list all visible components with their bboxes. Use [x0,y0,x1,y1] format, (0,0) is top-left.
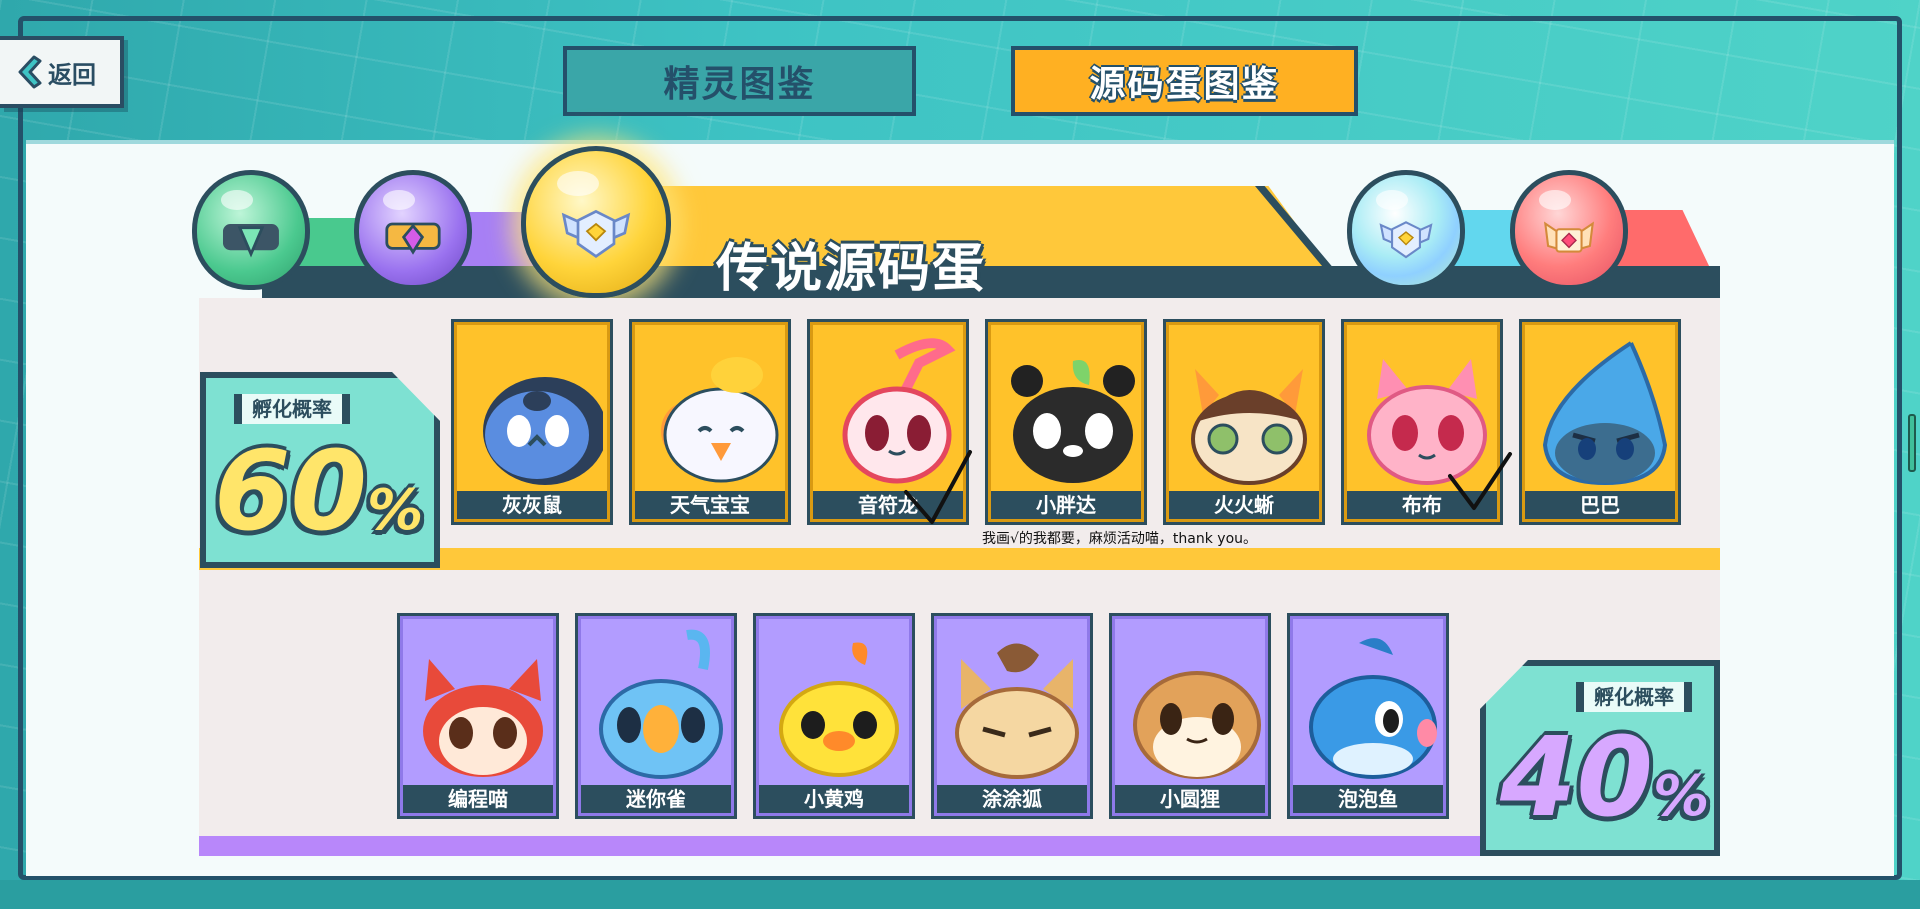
pet-name: 小黄鸡 [759,785,909,813]
purple-rate-value: 40% [1500,713,1710,841]
bubble-fish-icon [1309,638,1437,779]
egg-shine [556,170,599,197]
pet-name: 编程喵 [403,785,553,813]
triangle-emblem-icon [222,223,280,258]
panda-icon [1011,360,1135,483]
egg-gold-button[interactable] [521,146,671,298]
pet-name: 火火蜥 [1169,491,1319,519]
pet-card-tianqibaobao[interactable]: 天气宝宝 [629,319,791,525]
mini-bird-icon [599,629,723,779]
pet-card-mininique[interactable]: 迷你雀 [575,613,737,819]
winged-shield-icon [1379,220,1433,259]
egg-shine [1375,190,1409,211]
pet-card-paopaoyu[interactable]: 泡泡鱼 [1287,613,1449,819]
gold-rate-value: 60% [214,427,424,555]
pet-card-tutuhu[interactable]: 涂涂狐 [931,613,1093,819]
purple-rate-label: 孵化概率 [1576,682,1692,712]
weather-baby-icon [661,357,779,483]
annotation-note: 我画√的我都要，麻烦活动喵，thank you。 [982,531,1258,547]
pet-card-huohuoxi[interactable]: 火火蜥 [1163,319,1325,525]
pet-name: 小胖达 [991,491,1141,519]
chevron-left-icon [18,55,42,89]
code-cat-icon [423,659,543,777]
pet-name: 泡泡鱼 [1293,785,1443,813]
yellow-chick-icon [779,642,899,777]
egg-purple-button[interactable] [354,170,472,290]
pet-name: 涂涂狐 [937,785,1087,813]
gray-mouse-icon [483,377,603,485]
gold-rate-label: 孵化概率 [234,394,350,424]
egg-rainbow-button[interactable] [1347,170,1465,290]
checkmark-icon [904,450,972,524]
section-title: 传说源码蛋 [716,239,987,299]
pet-card-xiaopangda[interactable]: 小胖达 [985,319,1147,525]
water-drop-icon [1542,341,1668,485]
egg-shine [382,190,416,211]
gem-emblem-icon [385,222,441,255]
scrollbar-handle[interactable] [1908,414,1916,472]
pet-name: 灰灰鼠 [457,491,607,519]
pet-card-bianchengmiao[interactable]: 编程喵 [397,613,559,819]
back-button[interactable]: 返回 [0,36,124,108]
egg-shine [220,190,254,211]
pet-card-huihuishu[interactable]: 灰灰鼠 [451,319,613,525]
egg-green-button[interactable] [192,170,310,290]
pet-name: 巴巴 [1525,491,1675,519]
fire-lizard-icon [1191,369,1307,485]
pet-name: 天气宝宝 [635,491,785,519]
bottom-strip [0,880,1920,909]
egg-red-button[interactable] [1510,170,1628,290]
pet-name: 小圆狸 [1115,785,1265,813]
pet-name: 迷你雀 [581,785,731,813]
pet-card-baba[interactable]: 巴巴 [1519,319,1681,525]
egg-shine [1538,190,1572,211]
tab-egg-codex[interactable]: 源码蛋图鉴 [1011,46,1358,116]
raccoon-icon [1133,671,1261,779]
checkmark-icon [1448,452,1512,510]
winged-shield-icon [561,210,631,259]
crown-gem-icon [1543,221,1595,253]
fox-icon [955,643,1079,779]
pet-card-xiaohuangji[interactable]: 小黄鸡 [753,613,915,819]
pet-card-xiaoyuanli[interactable]: 小圆狸 [1109,613,1271,819]
tab-sprite-codex[interactable]: 精灵图鉴 [563,46,916,116]
back-button-label: 返回 [48,60,96,89]
